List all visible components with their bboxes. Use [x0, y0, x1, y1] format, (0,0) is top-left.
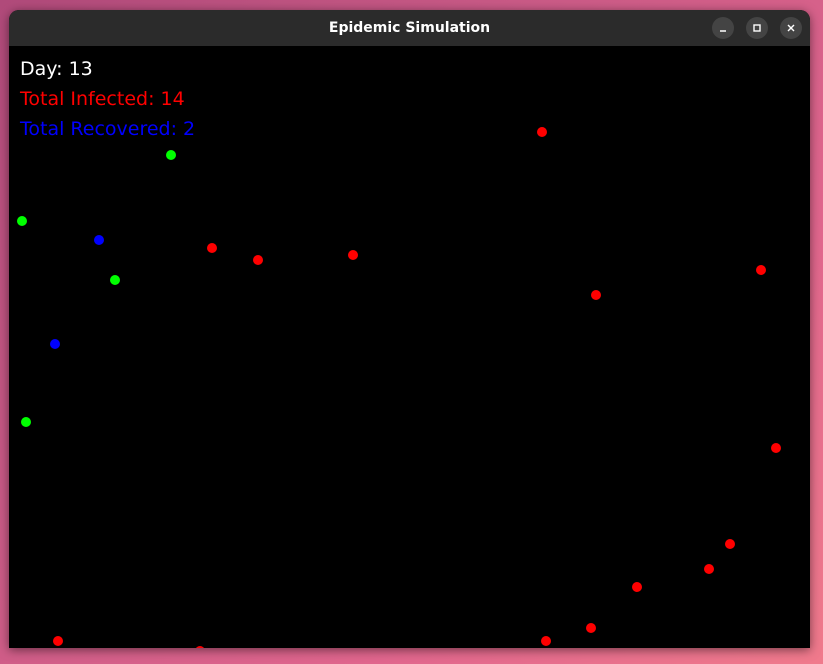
infected-agent-dot	[756, 265, 766, 275]
recovered-agent-dot	[50, 339, 60, 349]
maximize-button[interactable]	[746, 17, 768, 39]
simulation-canvas: Day: 13 Total Infected: 14 Total Recover…	[9, 46, 810, 648]
infected-agent-dot	[586, 623, 596, 633]
total-recovered-counter: Total Recovered: 2	[20, 118, 196, 140]
healthy-agent-dot	[21, 417, 31, 427]
infected-agent-dot	[207, 243, 217, 253]
infected-agent-dot	[253, 255, 263, 265]
day-counter: Day: 13	[20, 58, 93, 80]
infected-agent-dot	[591, 290, 601, 300]
total-infected-counter: Total Infected: 14	[20, 88, 185, 110]
healthy-agent-dot	[17, 216, 27, 226]
infected-agent-dot	[537, 127, 547, 137]
infected-agent-dot	[541, 636, 551, 646]
infected-agent-dot	[725, 539, 735, 549]
healthy-agent-dot	[110, 275, 120, 285]
close-icon	[786, 23, 796, 33]
infected-agent-dot	[704, 564, 714, 574]
title-bar[interactable]: Epidemic Simulation	[9, 10, 810, 46]
close-button[interactable]	[780, 17, 802, 39]
recovered-agent-dot	[94, 235, 104, 245]
infected-agent-dot	[771, 443, 781, 453]
minimize-icon	[718, 23, 728, 33]
infected-agent-dot	[348, 250, 358, 260]
infected-agent-dot	[632, 582, 642, 592]
minimize-button[interactable]	[712, 17, 734, 39]
maximize-icon	[752, 23, 762, 33]
simulation-window: Epidemic Simulation Day: 13 Total Infect…	[9, 10, 810, 648]
infected-agent-dot	[53, 636, 63, 646]
window-title: Epidemic Simulation	[328, 20, 491, 36]
infected-agent-dot	[195, 646, 205, 648]
healthy-agent-dot	[166, 150, 176, 160]
